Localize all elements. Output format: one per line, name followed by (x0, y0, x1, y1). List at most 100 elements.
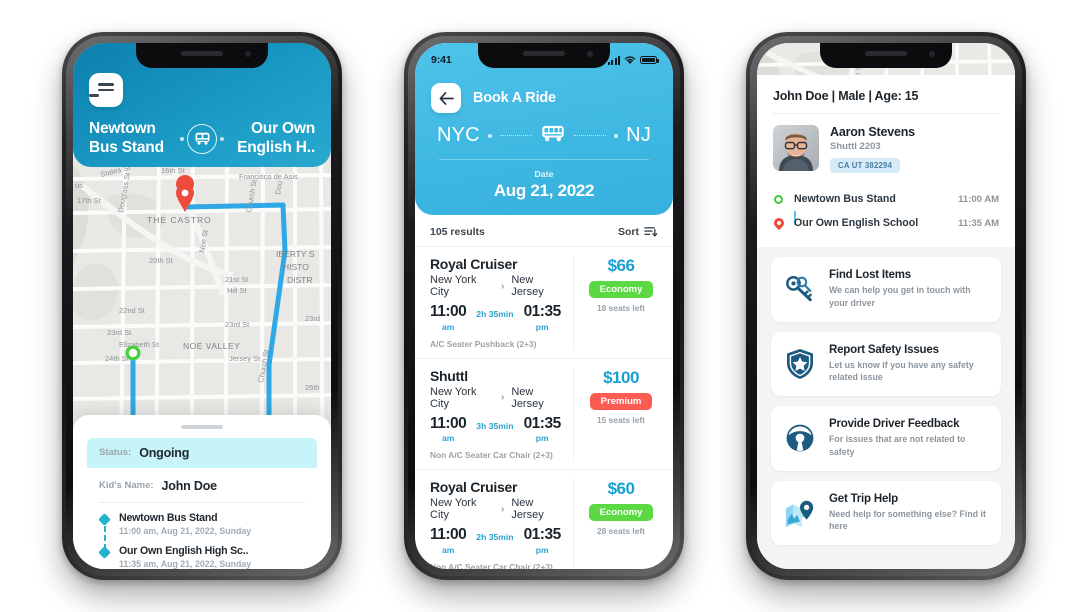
table-row[interactable]: Shuttl New York City › New Jersey 11:00 … (415, 357, 673, 470)
ride-pricing: $60 Economy 28 seats left (574, 479, 658, 569)
battery-full-icon (640, 55, 659, 65)
seats-left: 15 seats left (597, 414, 645, 425)
origin-marker (125, 345, 141, 361)
depart-time: 11:00 (430, 414, 467, 432)
trip-origin-label: Newtown Bus Stand (89, 120, 164, 156)
status-bar-time: 9:41 (431, 54, 452, 66)
svg-text:Francisco de Asis: Francisco de Asis (239, 172, 298, 181)
help-card-trip-help[interactable]: Get Trip Help Need help for something el… (771, 480, 1001, 545)
steering-wheel-icon (783, 423, 817, 453)
route-summary: Newtown Bus Stand Our Own English H.. (89, 120, 315, 158)
ride-details: Royal Cruiser New York City › New Jersey… (430, 256, 574, 349)
ride-to: New Jersey (511, 497, 544, 521)
ride-times: 11:00 am 2h 35min 01:35 pm (430, 527, 565, 555)
book-ride-header: 9:41 Book A Ride NYC NJ Date Aug 21, 202… (415, 43, 673, 215)
help-card-text: Find Lost Items We can help you get in t… (829, 269, 989, 310)
status-badge: Economy (588, 504, 654, 521)
ride-times: 11:00 am 2h 35min 01:35 pm (430, 304, 565, 332)
results-count: 105 results (430, 226, 485, 238)
table-row[interactable]: Royal Cruiser New York City › New Jersey… (415, 246, 673, 358)
sheet-grabber[interactable] (181, 425, 223, 429)
status-banner: Status: Ongoing (87, 437, 317, 468)
table-row[interactable]: Royal Cruiser New York City › New Jersey… (415, 469, 673, 569)
help-card-driver-feedback[interactable]: Provide Driver Feedback For issues that … (771, 406, 1001, 471)
status-badge: Premium (589, 392, 653, 410)
date-value[interactable]: Aug 21, 2022 (431, 181, 657, 201)
shield-star-icon (783, 348, 817, 380)
bus-icon (187, 123, 217, 154)
svg-text:us: us (75, 181, 83, 190)
stop-name: Our Own English High Sc.. (119, 544, 249, 557)
help-card-title: Find Lost Items (829, 269, 911, 281)
ride-price: $66 (607, 256, 635, 275)
back-arrow-icon[interactable] (431, 83, 461, 113)
help-card-find-lost-items[interactable]: Find Lost Items We can help you get in t… (771, 257, 1001, 322)
svg-text:Elizabeth St: Elizabeth St (119, 340, 160, 349)
list-item[interactable]: Newtown Bus Stand 11:00 am, Aug 21, 2022… (98, 511, 305, 550)
help-card-desc: We can help you get in touch with your d… (829, 285, 971, 308)
ride-times: 11:00 am 3h 35min 01:35 pm (430, 414, 565, 443)
list-item[interactable]: Our Own English High Sc.. 11:35 am, Aug … (98, 544, 305, 569)
depart-time: 11:00 (430, 526, 467, 543)
list-item[interactable]: Our Own English School 11:35 AM (771, 211, 999, 235)
depart-block: 11:00 am (430, 526, 467, 555)
trip-destination-label: Our Own English H.. (237, 120, 315, 156)
ride-pricing: $100 Premium 15 seats left (574, 368, 658, 461)
stop-list: Newtown Bus Stand 11:00 AM Our Own Engli… (757, 185, 1015, 247)
seats-left: 18 seats left (597, 303, 645, 313)
ride-from: New York City (430, 385, 477, 410)
stop-name: Newtown Bus Stand (119, 511, 218, 524)
ride-from: New York City (430, 497, 477, 521)
svg-text:20th St: 20th St (149, 256, 174, 265)
help-card-title: Get Trip Help (829, 492, 898, 505)
speaker-grille (523, 51, 565, 56)
status-badge: Economy (588, 281, 654, 298)
city-route: NYC NJ (431, 124, 657, 147)
stop-time: 11:35 am, Aug 21, 2022, Sunday (119, 558, 252, 569)
depart-meridiem: am (442, 544, 455, 555)
ride-operator: Royal Cruiser (430, 479, 518, 495)
cellular-signal-icon (607, 55, 620, 65)
hamburger-menu-icon[interactable] (89, 73, 123, 107)
stop-timeline: Newtown Bus Stand 11:00 am, Aug 21, 2022… (87, 503, 317, 569)
kid-name-row: Kid's Name: John Doe (87, 468, 317, 502)
help-card-report-safety[interactable]: Report Safety Issues Let us know if you … (771, 331, 1001, 396)
depart-meridiem: am (442, 433, 455, 443)
connector-dot-right (614, 133, 619, 138)
arrive-meridiem: pm (535, 321, 549, 332)
ride-path: New York City › New Jersey (430, 274, 565, 298)
front-camera (245, 51, 251, 57)
stop-name: Newtown Bus Stand (794, 193, 896, 205)
notch (136, 43, 268, 68)
ride-to: New Jersey (511, 385, 544, 410)
ride-seat-type: Non A/C Seater Car Chair (2+3) (430, 561, 553, 570)
driver-vehicle: Shuttl 2203 (830, 141, 881, 152)
ride-price: $100 (603, 367, 639, 387)
phone-3-frame: ro St Misión San John Doe | Male | Age: … (746, 32, 1026, 580)
svg-text:Jersey St: Jersey St (229, 354, 261, 363)
ride-duration: 2h 35min (476, 309, 514, 319)
ride-operator: Royal Cruiser (430, 256, 518, 272)
depart-meridiem: am (442, 321, 455, 332)
red-pin-marker (771, 215, 786, 231)
screenshot-root: us States St 16th St Misión San Francisc… (0, 0, 1088, 612)
phone-1-screen: us States St 16th St Misión San Francisc… (73, 43, 331, 569)
stop-name: Our Own English School (794, 217, 919, 229)
ride-operator: Shuttl (430, 367, 468, 384)
sort-button[interactable]: Sort (618, 226, 658, 238)
svg-text:23rd: 23rd (305, 314, 320, 323)
from-city: NYC (437, 124, 480, 146)
svg-text:Hill St: Hill St (227, 286, 248, 295)
chevron-right-icon: › (500, 280, 505, 292)
arrive-block: 01:35 pm (524, 415, 562, 443)
sort-descending-icon (644, 227, 658, 237)
green-circle-marker (773, 194, 784, 204)
date-label: Date (534, 169, 554, 179)
arrive-meridiem: pm (535, 433, 549, 443)
ride-path: New York City › New Jersey (430, 497, 565, 521)
ride-price: $60 (607, 479, 635, 498)
list-item[interactable]: Newtown Bus Stand 11:00 AM (773, 187, 999, 225)
svg-text:21st St: 21st St (225, 275, 249, 284)
driver-card[interactable]: Aaron Stevens Shuttl 2203 CA UT 382294 (757, 113, 1015, 185)
help-card-desc: Need help for something else? Find it he… (829, 508, 986, 532)
